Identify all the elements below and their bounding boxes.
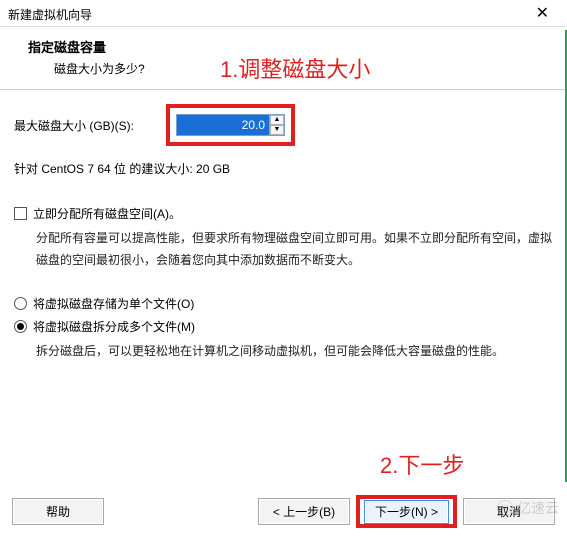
spinner-down-icon[interactable]: ▼ [270,125,284,135]
wizard-header: 指定磁盘容量 磁盘大小为多少? [0,27,567,85]
disk-size-spinner: ▲ ▼ [176,114,285,136]
page-subtitle: 磁盘大小为多少? [28,60,549,77]
disk-size-input[interactable] [177,115,269,135]
page-title: 指定磁盘容量 [28,37,549,56]
radio-single-label: 将虚拟磁盘存储为单个文件(O) [33,295,194,312]
watermark-icon: 亿 [497,500,513,516]
content-area: 最大磁盘大小 (GB)(S): ▲ ▼ 针对 CentOS 7 64 位 的建议… [0,104,567,363]
allocate-description: 分配所有容量可以提高性能，但要求所有物理磁盘空间立即可用。如果不立即分配所有空间… [14,228,553,271]
highlight-frame-next: 下一步(N) > [356,495,457,528]
close-icon[interactable]: ✕ [528,4,557,24]
spinner-buttons: ▲ ▼ [269,115,284,135]
allocate-checkbox-label: 立即分配所有磁盘空间(A)。 [33,205,181,222]
help-button[interactable]: 帮助 [12,498,104,525]
split-description: 拆分磁盘后，可以更轻松地在计算机之间移动虚拟机，但可能会降低大容量磁盘的性能。 [14,341,553,363]
watermark-text: 亿速云 [517,498,559,518]
divider [0,89,567,90]
radio-split-label: 将虚拟磁盘拆分成多个文件(M) [33,318,195,335]
allocate-block: 立即分配所有磁盘空间(A)。 分配所有容量可以提高性能，但要求所有物理磁盘空间立… [14,205,553,271]
storage-radio-group: 将虚拟磁盘存储为单个文件(O) 将虚拟磁盘拆分成多个文件(M) 拆分磁盘后，可以… [14,295,553,363]
radio-single-icon[interactable] [14,297,27,310]
radio-split-files[interactable]: 将虚拟磁盘拆分成多个文件(M) [14,318,553,335]
disk-size-label: 最大磁盘大小 (GB)(S): [14,117,160,134]
next-button[interactable]: 下一步(N) > [364,500,449,524]
radio-split-icon[interactable] [14,320,27,333]
allocate-checkbox-row[interactable]: 立即分配所有磁盘空间(A)。 [14,205,553,222]
highlight-frame-size: ▲ ▼ [166,104,295,146]
disk-size-row: 最大磁盘大小 (GB)(S): ▲ ▼ [14,104,553,146]
annotation-step2: 2.下一步 [380,448,464,480]
allocate-checkbox[interactable] [14,207,27,220]
radio-single-file[interactable]: 将虚拟磁盘存储为单个文件(O) [14,295,553,312]
recommended-size-text: 针对 CentOS 7 64 位 的建议大小: 20 GB [14,160,553,177]
footer-buttons: 帮助 < 上一步(B) 下一步(N) > 取消 [0,495,567,528]
back-button[interactable]: < 上一步(B) [258,498,350,525]
titlebar: 新建虚拟机向导 ✕ [0,0,567,27]
window-title: 新建虚拟机向导 [8,6,92,23]
watermark: 亿 亿速云 [497,498,559,518]
spinner-up-icon[interactable]: ▲ [270,115,284,125]
